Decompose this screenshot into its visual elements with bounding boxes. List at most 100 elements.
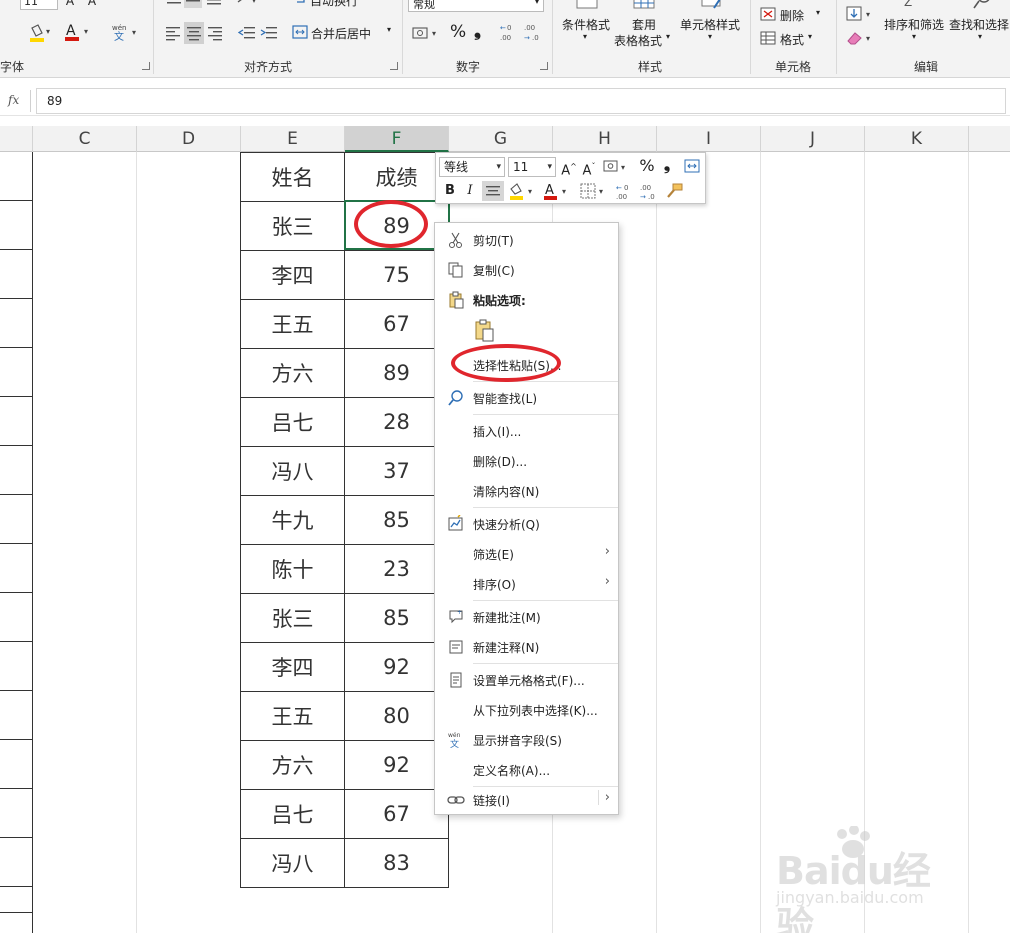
mini-font-name[interactable]: 等线 ▾ [439, 157, 505, 177]
cell-name[interactable]: 牛九 [240, 495, 345, 545]
column-header-c[interactable]: C [33, 126, 137, 152]
column-header-d[interactable]: D [137, 126, 241, 152]
wrap-text-button[interactable]: 自动换行 [292, 0, 372, 8]
accounting-format-button[interactable]: ▾ [602, 157, 632, 177]
merge-center-button[interactable] [682, 157, 702, 177]
column-header-k[interactable]: K [865, 126, 969, 152]
menu-item-quick-analysis[interactable]: 快速分析(Q) [435, 510, 618, 538]
decrease-decimal-button[interactable]: .00 → .0 [640, 181, 660, 201]
increase-decimal-button[interactable]: ← 0.00 [616, 181, 636, 201]
cell-name[interactable]: 王五 [240, 691, 345, 741]
menu-item-smart-lookup[interactable]: 智能查找(L) [435, 384, 618, 412]
align-bottom-icon[interactable] [206, 0, 222, 8]
menu-item-delete[interactable]: 删除(D)... [435, 447, 618, 475]
cell-score[interactable]: 89 [344, 348, 449, 398]
comma-style-button[interactable]: ❟ [660, 155, 674, 175]
formula-input[interactable]: 89 [36, 88, 1006, 114]
column-header-h[interactable]: H [553, 126, 657, 152]
align-group-launcher[interactable] [390, 62, 398, 70]
decrease-indent-icon[interactable] [237, 24, 256, 42]
align-center-button[interactable] [482, 181, 504, 201]
number-group-launcher[interactable] [540, 62, 548, 70]
column-header-g[interactable]: G [449, 126, 553, 152]
cell-score[interactable]: 85 [344, 593, 449, 643]
cell-score[interactable]: 67 [344, 299, 449, 349]
cell-name[interactable]: 吕七 [240, 397, 345, 447]
sort-filter-button[interactable]: Z 排序和筛选 ▾ [882, 0, 946, 52]
menu-item-clear[interactable]: 清除内容(N) [435, 477, 618, 505]
cell-score[interactable]: 92 [344, 740, 449, 790]
accounting-format-button[interactable]: ▾ [412, 24, 444, 42]
column-header-e[interactable]: E [241, 126, 345, 152]
font-color-button[interactable]: A ▾ [542, 181, 572, 201]
font-group-launcher[interactable] [142, 62, 150, 70]
shrink-font-button[interactable]: A [88, 0, 96, 8]
column-header-partial[interactable] [0, 126, 33, 152]
find-select-button[interactable]: 查找和选择 ▾ [948, 0, 1010, 52]
align-left-icon[interactable] [164, 24, 182, 42]
cell-name[interactable]: 冯八 [240, 838, 345, 888]
menu-item-pick-list[interactable]: 从下拉列表中选择(K)... [435, 696, 618, 724]
cell-score[interactable]: 89 [344, 201, 449, 251]
menu-item-insert[interactable]: 插入(I)... [435, 417, 618, 445]
menu-item-link[interactable]: 链接(I) › [435, 786, 618, 814]
menu-item-paste-special[interactable]: 选择性粘贴(S)... [435, 351, 618, 379]
borders-button[interactable]: ▾ [578, 181, 610, 201]
format-cells-button[interactable]: 格式 ▾ [760, 30, 826, 48]
cell-score[interactable]: 23 [344, 544, 449, 594]
menu-item-phonetic[interactable]: wén 文 显示拼音字段(S) [435, 726, 618, 754]
cell-score[interactable]: 85 [344, 495, 449, 545]
menu-item-new-comment[interactable]: + 新建批注(M) [435, 603, 618, 631]
fill-color-button[interactable]: ▾ [28, 24, 54, 42]
header-score[interactable]: 成绩 [344, 152, 449, 202]
menu-item-cut[interactable]: 剪切(T) [435, 226, 618, 254]
comma-style-button[interactable]: ❟ [474, 20, 481, 41]
decrease-decimal-icon[interactable]: .00 → .0 [524, 22, 544, 42]
cell-name[interactable]: 吕七 [240, 789, 345, 839]
menu-item-format-cells[interactable]: 设置单元格格式(F)... [435, 666, 618, 694]
column-header-j[interactable]: J [761, 126, 865, 152]
bold-button[interactable]: B [442, 181, 458, 201]
grow-font-button[interactable]: A^ [560, 157, 578, 178]
phonetic-button[interactable]: wén 文 ▾ [110, 22, 142, 43]
fx-icon[interactable]: fx [8, 93, 19, 107]
menu-item-copy[interactable]: 复制(C) [435, 256, 618, 284]
column-header-i[interactable]: I [657, 126, 761, 152]
cell-styles-button[interactable]: 单元格样式 ▾ [678, 0, 744, 52]
cell-name[interactable]: 方六 [240, 740, 345, 790]
cell-score[interactable]: 80 [344, 691, 449, 741]
cell-name[interactable]: 王五 [240, 299, 345, 349]
menu-item-sort[interactable]: 排序(O) › [435, 570, 618, 598]
merge-center-button[interactable]: 合并后居中 ▾ [292, 24, 402, 42]
column-header-f[interactable]: F [345, 126, 449, 152]
cell-score[interactable]: 37 [344, 446, 449, 496]
conditional-format-button[interactable]: 条件格式 ▾ [560, 0, 614, 52]
cell-name[interactable]: 冯八 [240, 446, 345, 496]
cell-score[interactable]: 92 [344, 642, 449, 692]
header-name[interactable]: 姓名 [240, 152, 345, 202]
shrink-font-button[interactable]: Aˇ [580, 157, 598, 178]
cell-name[interactable]: 李四 [240, 642, 345, 692]
clear-button[interactable]: ▾ [846, 30, 876, 46]
italic-button[interactable]: I [462, 181, 478, 201]
font-size-box[interactable]: 11 [20, 0, 58, 10]
align-top-icon[interactable] [166, 0, 182, 8]
format-as-table-button[interactable]: 套用 表格格式 ▾ [614, 0, 676, 52]
cell-name[interactable]: 李四 [240, 250, 345, 300]
cell-name[interactable]: 陈十 [240, 544, 345, 594]
align-right-icon[interactable] [206, 24, 224, 42]
grow-font-button[interactable]: A [66, 0, 74, 8]
format-painter-button[interactable] [664, 181, 684, 201]
cell-name[interactable]: 方六 [240, 348, 345, 398]
paste-option-default[interactable] [435, 317, 618, 347]
cell-score[interactable]: 28 [344, 397, 449, 447]
mini-font-size[interactable]: 11 ▾ [508, 157, 556, 177]
increase-indent-icon[interactable] [260, 24, 278, 42]
menu-item-filter[interactable]: 筛选(E) › [435, 540, 618, 568]
orientation-icon[interactable]: ▾ [236, 0, 264, 6]
font-color-button[interactable]: A ▾ [64, 22, 94, 42]
fill-color-button[interactable]: ▾ [508, 181, 538, 201]
cell-name[interactable]: 张三 [240, 593, 345, 643]
align-center-icon[interactable] [184, 22, 204, 44]
increase-decimal-icon[interactable]: ← 0 .00 [500, 22, 520, 42]
